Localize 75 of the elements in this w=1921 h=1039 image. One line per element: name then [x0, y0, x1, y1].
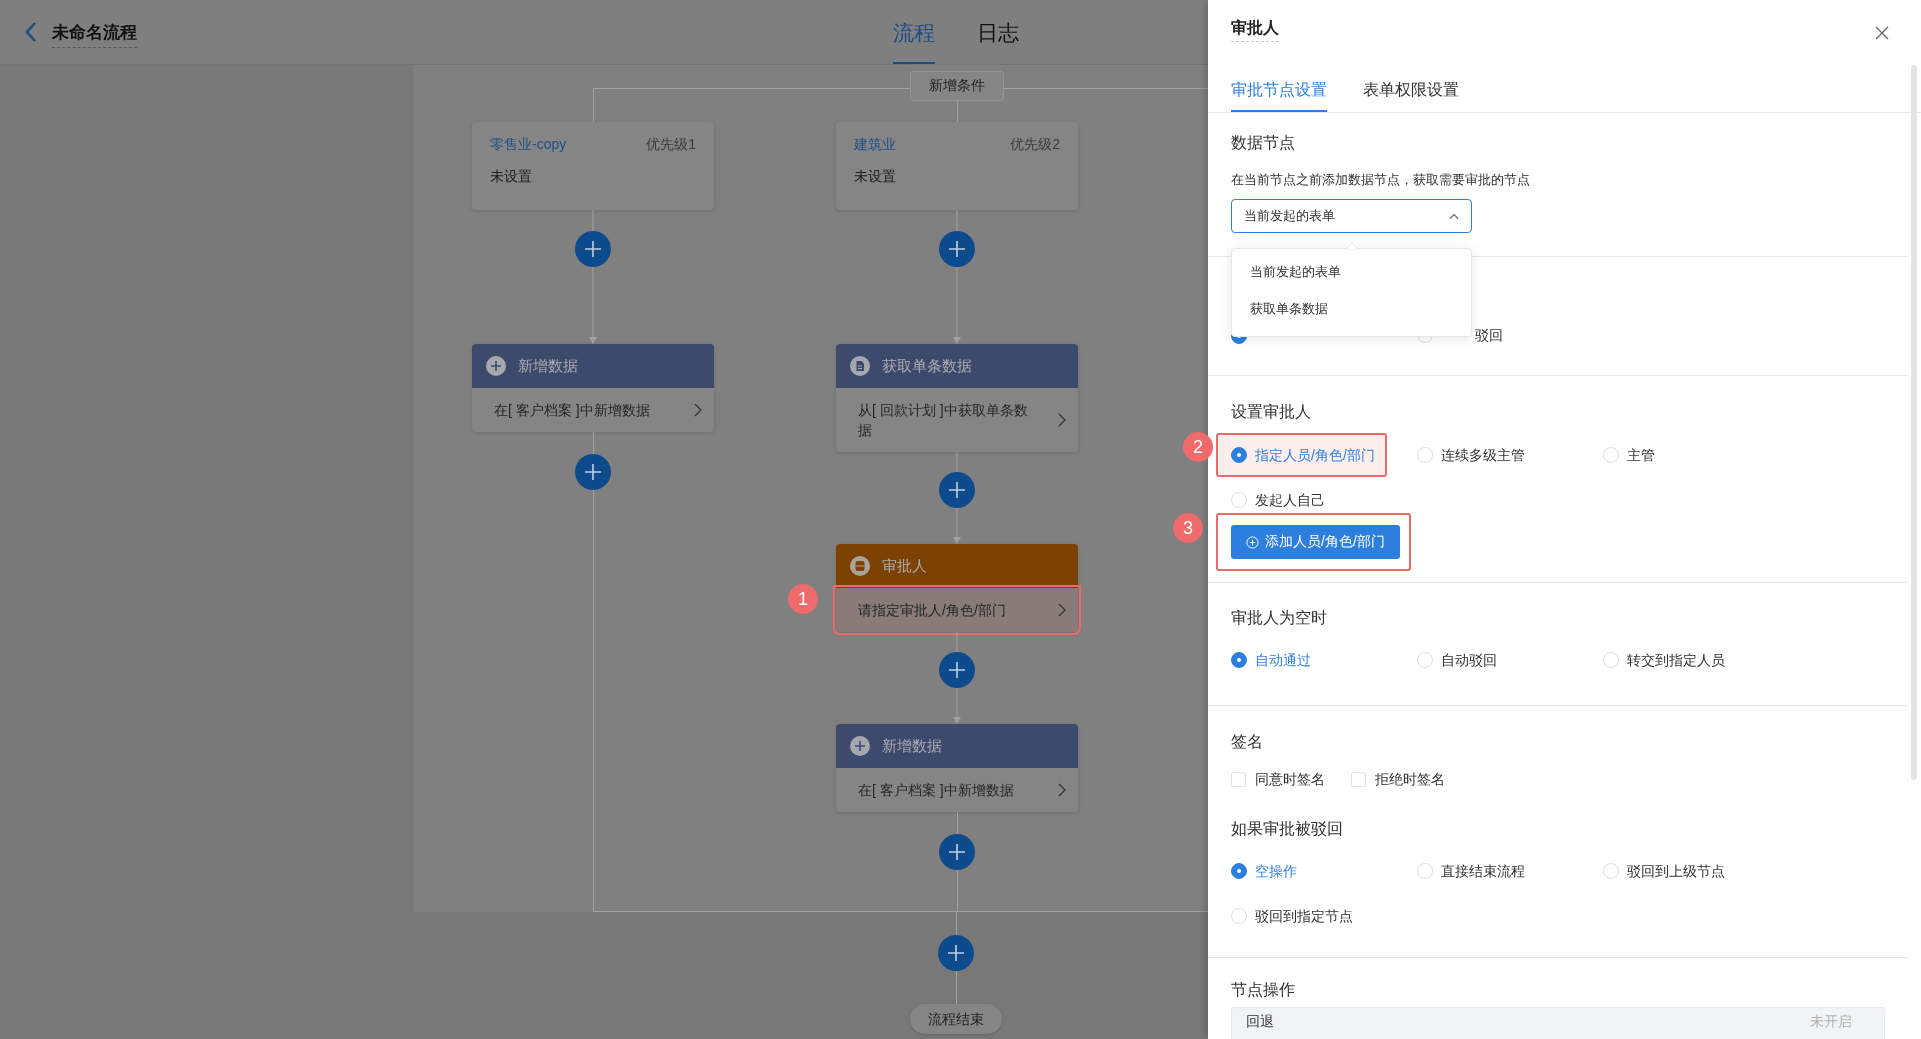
drawer-title: 审批人 [1231, 18, 1279, 42]
radio-option[interactable]: 自动驳回 [1417, 649, 1497, 671]
scrollbar[interactable] [1911, 65, 1917, 780]
condition-card[interactable]: 建筑业 优先级2 未设置 [836, 122, 1078, 210]
section-heading: 节点操作 [1231, 980, 1295, 1000]
priority-label: 优先级1 [646, 136, 696, 154]
chevron-icon [1449, 213, 1459, 219]
condition-summary: 未设置 [854, 168, 896, 186]
add-node-button[interactable] [575, 454, 611, 490]
checkbox-option[interactable]: 拒绝时签名 [1351, 768, 1445, 790]
radio-option[interactable]: 驳回 [1417, 324, 1503, 346]
section-description: 在当前节点之前添加数据节点，获取需要审批的节点 [1231, 171, 1531, 189]
chevron-right-icon [1058, 413, 1066, 427]
radio-option[interactable]: 发起人自己 [1231, 489, 1325, 511]
section-heading: 数据节点 [1231, 133, 1295, 153]
close-icon[interactable] [1875, 26, 1889, 40]
document-icon [850, 356, 870, 376]
condition-summary: 未设置 [490, 168, 532, 186]
radio-option[interactable]: 自动通过 [1231, 649, 1311, 671]
settings-tab[interactable]: 审批节点设置 [1231, 80, 1327, 112]
node-card[interactable]: 新增数据 在[ 客户档案 ]中新增数据 [472, 344, 714, 432]
section-heading: 审批人为空时 [1231, 608, 1327, 628]
number-badge: 1 [788, 584, 818, 614]
add-approver-button[interactable]: 添加人员/角色/部门 [1231, 525, 1400, 559]
chevron-right-icon [1058, 783, 1066, 797]
radio-option[interactable]: 空操作 [1231, 860, 1297, 882]
priority-label: 优先级2 [1010, 136, 1060, 154]
add-condition-button[interactable]: 新增条件 [910, 71, 1004, 101]
settings-tab[interactable]: 表单权限设置 [1363, 80, 1459, 112]
checkbox-option[interactable]: 同意时签名 [1231, 768, 1325, 790]
node-card[interactable]: 新增数据 在[ 客户档案 ]中新增数据 [836, 724, 1078, 812]
node-detail: 在[ 客户档案 ]中新增数据 [494, 402, 650, 418]
radio-option[interactable]: 连续多级主管 [1417, 444, 1525, 466]
add-node-button[interactable] [939, 834, 975, 870]
page-title: 未命名流程 [52, 20, 137, 48]
section-heading: 签名 [1231, 732, 1263, 752]
plus-circle-icon [850, 736, 870, 756]
radio-option[interactable]: 指定人员/角色/部门 [1216, 433, 1387, 477]
node-card[interactable]: 获取单条数据 从[ 回款计划 ]中获取单条数据 [836, 344, 1078, 452]
view-tab[interactable]: 日志 [977, 0, 1019, 64]
action-status: 未开启 [1810, 1012, 1852, 1030]
add-node-button[interactable] [938, 935, 974, 971]
radio-option[interactable]: 转交到指定人员 [1603, 649, 1725, 671]
dropdown-item[interactable]: 当前发起的表单 [1232, 253, 1471, 290]
node-title: 新增数据 [882, 736, 942, 756]
condition-name: 建筑业 [854, 136, 896, 154]
end-node: 流程结束 [910, 1004, 1002, 1034]
node-detail: 在[ 客户档案 ]中新增数据 [858, 782, 1014, 798]
section-heading: 如果审批被驳回 [1231, 819, 1343, 839]
plus-circle-icon [1246, 535, 1259, 549]
back-icon[interactable] [24, 21, 38, 43]
radio-option[interactable]: 主管 [1603, 444, 1655, 466]
condition-name: 零售业-copy [490, 136, 567, 154]
add-node-button[interactable] [575, 231, 611, 267]
chevron-right-icon [1058, 603, 1066, 617]
data-node-select[interactable]: 当前发起的表单 [1231, 199, 1472, 233]
condition-card[interactable]: 零售业-copy 优先级1 未设置 [472, 122, 714, 210]
add-node-button[interactable] [939, 231, 975, 267]
stamp-icon [850, 556, 870, 576]
section-heading: 设置审批人 [1231, 402, 1311, 422]
action-label: 回退 [1246, 1012, 1274, 1030]
action-row[interactable]: 回退 未开启 [1231, 1007, 1885, 1039]
node-detail: 请指定审批人/角色/部门 [858, 602, 1006, 618]
chevron-right-icon [694, 403, 702, 417]
node-title: 新增数据 [518, 356, 578, 376]
radio-option[interactable]: 直接结束流程 [1417, 860, 1525, 882]
radio-option[interactable]: 驳回到指定节点 [1231, 905, 1353, 927]
add-node-button[interactable] [939, 652, 975, 688]
node-title: 审批人 [882, 556, 927, 576]
node-title: 获取单条数据 [882, 356, 972, 376]
radio-option[interactable]: 驳回到上级节点 [1603, 860, 1725, 882]
node-detail: 从[ 回款计划 ]中获取单条数据 [858, 402, 1028, 438]
add-node-button[interactable] [939, 472, 975, 508]
plus-circle-icon [486, 356, 506, 376]
dropdown-item[interactable]: 获取单条数据 [1232, 290, 1471, 327]
